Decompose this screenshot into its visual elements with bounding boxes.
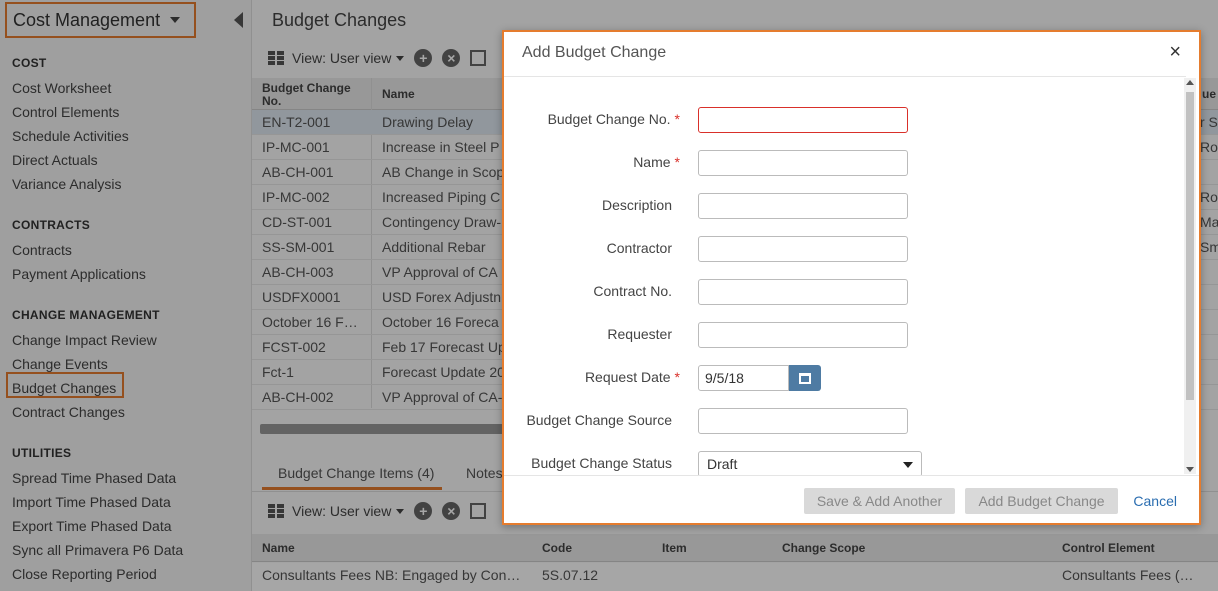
field-label: Budget Change No. *	[548, 111, 680, 127]
field-label-text: Name	[633, 154, 671, 170]
field-label: Requester	[607, 326, 672, 342]
chevron-down-icon	[903, 462, 913, 468]
select-value: Draft	[707, 456, 738, 472]
dialog-body: Budget Change No. * Name * Description Contra…	[504, 76, 1186, 476]
description-input[interactable]	[698, 193, 908, 219]
field-label-text: Budget Change Source	[526, 412, 672, 428]
add-budget-change-dialog: Add Budget Change × Budget Change No. * Na…	[502, 30, 1201, 525]
vertical-scrollbar[interactable]	[1184, 78, 1196, 474]
field-label-text: Contract No.	[593, 283, 672, 299]
required-marker: *	[674, 154, 680, 170]
field-label: Name *	[633, 154, 680, 170]
field-label: Description	[602, 197, 672, 213]
field-label: Budget Change Status	[531, 455, 672, 471]
required-marker: *	[674, 369, 680, 385]
scroll-down-icon[interactable]	[1186, 467, 1194, 472]
budget-change-status-select[interactable]: Draft	[698, 451, 922, 476]
field-label-text: Budget Change No.	[547, 111, 671, 127]
field-label-text: Requester	[607, 326, 672, 342]
scrollbar-thumb[interactable]	[1186, 92, 1194, 400]
field-label-text: Contractor	[606, 240, 672, 256]
field-label-text: Request Date	[584, 369, 671, 385]
request-date-input[interactable]	[698, 365, 789, 391]
budget-change-source-input[interactable]	[698, 408, 908, 434]
field-label: Contractor	[607, 240, 672, 256]
cancel-button[interactable]: Cancel	[1133, 493, 1177, 509]
required-marker: *	[674, 111, 680, 127]
calendar-icon[interactable]	[789, 365, 821, 391]
calendar-glyph	[799, 372, 811, 384]
dialog-footer: Save & Add Another Add Budget Change Can…	[504, 475, 1199, 523]
budget-change-no-input[interactable]	[698, 107, 908, 133]
dialog-title: Add Budget Change	[522, 44, 667, 61]
name-input[interactable]	[698, 150, 908, 176]
field-label-text: Budget Change Status	[531, 455, 672, 471]
field-label: Contract No.	[593, 283, 672, 299]
field-label-text: Description	[601, 197, 672, 213]
field-label: Budget Change Source	[526, 412, 672, 428]
add-budget-change-button[interactable]: Add Budget Change	[965, 488, 1118, 514]
contractor-input[interactable]	[698, 236, 908, 262]
scroll-up-icon[interactable]	[1186, 80, 1194, 85]
requester-input[interactable]	[698, 322, 908, 348]
save-and-add-another-button[interactable]: Save & Add Another	[804, 488, 955, 514]
contract-no-input[interactable]	[698, 279, 908, 305]
field-label: Request Date *	[585, 369, 680, 385]
close-icon[interactable]: ×	[1169, 42, 1181, 62]
